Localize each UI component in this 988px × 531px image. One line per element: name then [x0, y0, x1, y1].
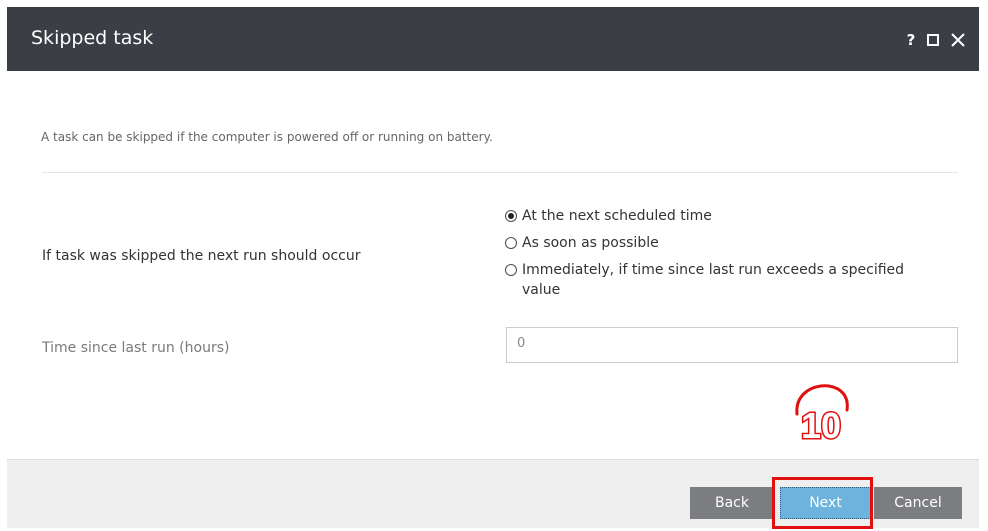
radio-label: At the next scheduled time — [522, 208, 712, 224]
radio-label: As soon as possible — [522, 235, 659, 251]
skipped-task-dialog: Skipped task ? A task can be skipped if … — [7, 7, 979, 529]
step-number-annotation: 10 — [783, 380, 859, 448]
close-icon[interactable] — [948, 29, 968, 51]
skip-field-label: If task was skipped the next run should … — [42, 248, 361, 264]
hours-input[interactable]: 0 — [506, 327, 958, 363]
dialog-footer: Back Next Cancel — [7, 459, 979, 529]
description-text: A task can be skipped if the computer is… — [41, 130, 493, 144]
radio-option-asap[interactable]: As soon as possible — [505, 233, 965, 253]
cancel-button[interactable]: Cancel — [874, 487, 962, 519]
skip-radio-group: At the next scheduled time As soon as po… — [505, 206, 965, 307]
hours-field-label: Time since last run (hours) — [42, 340, 230, 356]
divider — [42, 172, 958, 173]
maximize-icon[interactable] — [924, 29, 942, 51]
radio-button[interactable] — [505, 264, 517, 276]
radio-option-next-scheduled[interactable]: At the next scheduled time — [505, 206, 965, 226]
next-button-highlight — [772, 477, 873, 529]
radio-option-immediately[interactable]: Immediately, if time since last run exce… — [505, 260, 965, 300]
dialog-titlebar: Skipped task ? — [7, 7, 979, 71]
radio-button[interactable] — [505, 237, 517, 249]
radio-label: Immediately, if time since last run exce… — [522, 262, 905, 298]
dialog-title: Skipped task — [31, 27, 154, 49]
help-icon[interactable]: ? — [905, 29, 917, 51]
back-button[interactable]: Back — [690, 487, 774, 519]
step-number-text: 10 — [801, 405, 841, 442]
radio-button-selected[interactable] — [505, 210, 517, 222]
